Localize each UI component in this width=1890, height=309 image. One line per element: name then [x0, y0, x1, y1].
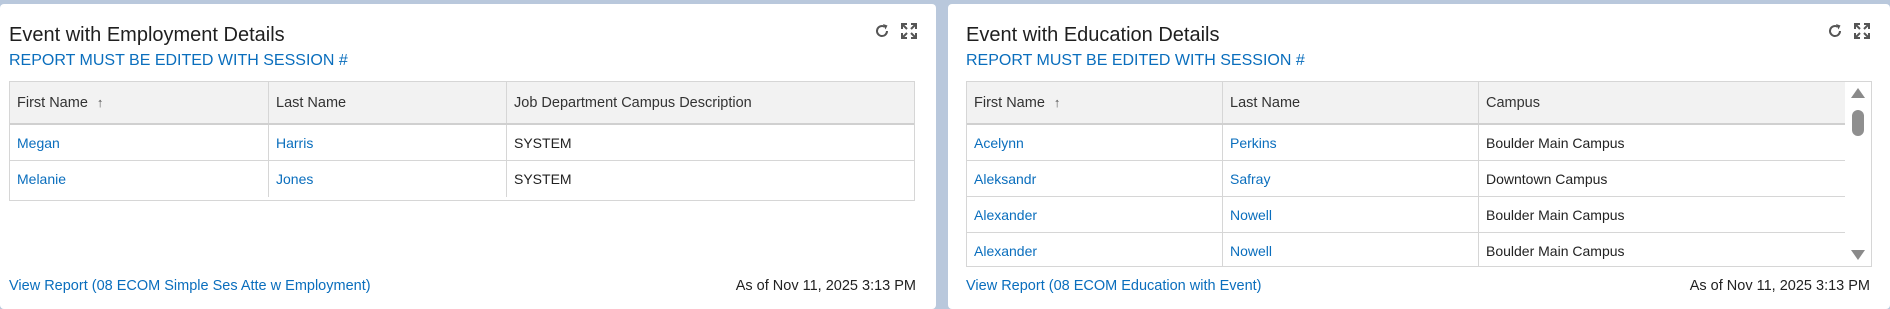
employment-table: First Name ↑ Last Name Job Department Ca… [9, 81, 915, 201]
column-header-campus[interactable]: Campus [1479, 82, 1847, 123]
column-label: Job Department Campus Description [514, 94, 752, 111]
table-row: Aleksandr Safray Downtown Campus [967, 161, 1847, 197]
column-header-last-name[interactable]: Last Name [269, 82, 507, 123]
panel-title: Event with Employment Details [9, 24, 285, 46]
education-details-panel: Event with Education Details REPORT MUST… [948, 4, 1890, 309]
first-name-link[interactable]: Melanie [10, 161, 269, 197]
refresh-icon[interactable] [872, 21, 892, 41]
column-header-description[interactable]: Job Department Campus Description [507, 82, 914, 123]
panel-subtitle: REPORT MUST BE EDITED WITH SESSION # [9, 52, 348, 69]
panel-title: Event with Education Details [966, 24, 1220, 46]
column-label: Last Name [276, 94, 347, 111]
scroll-up-icon[interactable] [1851, 88, 1865, 98]
column-header-first-name[interactable]: First Name ↑ [967, 82, 1223, 123]
table-row: Alexander Nowell Boulder Main Campus [967, 233, 1847, 266]
campus-cell: Boulder Main Campus [1486, 206, 1625, 223]
arrow-up-icon: ↑ [96, 95, 104, 110]
vertical-scrollbar[interactable] [1845, 82, 1871, 266]
timestamp: As of Nov 11, 2025 3:13 PM [1689, 278, 1870, 294]
column-label: Campus [1486, 94, 1540, 111]
scroll-thumb[interactable] [1852, 110, 1864, 136]
column-label: Last Name [1230, 94, 1301, 111]
view-report-link[interactable]: View Report (08 ECOM Education with Even… [966, 278, 1262, 294]
employment-details-panel: Event with Employment Details REPORT MUS… [0, 4, 936, 309]
first-name-link[interactable]: Acelynn [967, 125, 1223, 160]
campus-cell: Downtown Campus [1486, 170, 1608, 187]
last-name-link[interactable]: Jones [269, 161, 507, 197]
description-cell: SYSTEM [514, 171, 572, 187]
first-name-link[interactable]: Aleksandr [967, 161, 1223, 196]
first-name-link[interactable]: Alexander [967, 233, 1223, 266]
table-header: First Name ↑ Last Name Job Department Ca… [10, 82, 914, 125]
campus-cell: Boulder Main Campus [1486, 243, 1625, 259]
column-header-last-name[interactable]: Last Name [1223, 82, 1479, 123]
first-name-link[interactable]: Alexander [967, 197, 1223, 232]
timestamp: As of Nov 11, 2025 3:13 PM [735, 278, 916, 294]
table-row: Megan Harris SYSTEM [10, 125, 914, 161]
education-table: First Name ↑ Last Name Campus Acelynn Pe… [966, 81, 1872, 267]
panel-subtitle: REPORT MUST BE EDITED WITH SESSION # [966, 52, 1305, 69]
column-label: First Name [17, 94, 88, 111]
table-header: First Name ↑ Last Name Campus [967, 82, 1847, 125]
column-label: First Name [974, 94, 1045, 111]
view-report-link[interactable]: View Report (08 ECOM Simple Ses Atte w E… [9, 278, 371, 294]
last-name-link[interactable]: Perkins [1223, 125, 1479, 160]
campus-cell: Boulder Main Campus [1486, 134, 1625, 151]
description-cell: SYSTEM [514, 134, 572, 151]
expand-icon[interactable] [1852, 21, 1872, 41]
refresh-icon[interactable] [1825, 21, 1845, 41]
first-name-link[interactable]: Megan [10, 125, 269, 160]
last-name-link[interactable]: Nowell [1223, 197, 1479, 232]
last-name-link[interactable]: Nowell [1223, 233, 1479, 266]
table-row: Acelynn Perkins Boulder Main Campus [967, 125, 1847, 161]
last-name-link[interactable]: Harris [269, 125, 507, 160]
table-row: Alexander Nowell Boulder Main Campus [967, 197, 1847, 233]
expand-icon[interactable] [899, 21, 919, 41]
scroll-down-icon[interactable] [1851, 250, 1865, 260]
column-header-first-name[interactable]: First Name ↑ [10, 82, 269, 123]
arrow-up-icon: ↑ [1053, 95, 1061, 110]
table-row: Melanie Jones SYSTEM [10, 161, 914, 197]
last-name-link[interactable]: Safray [1223, 161, 1479, 196]
